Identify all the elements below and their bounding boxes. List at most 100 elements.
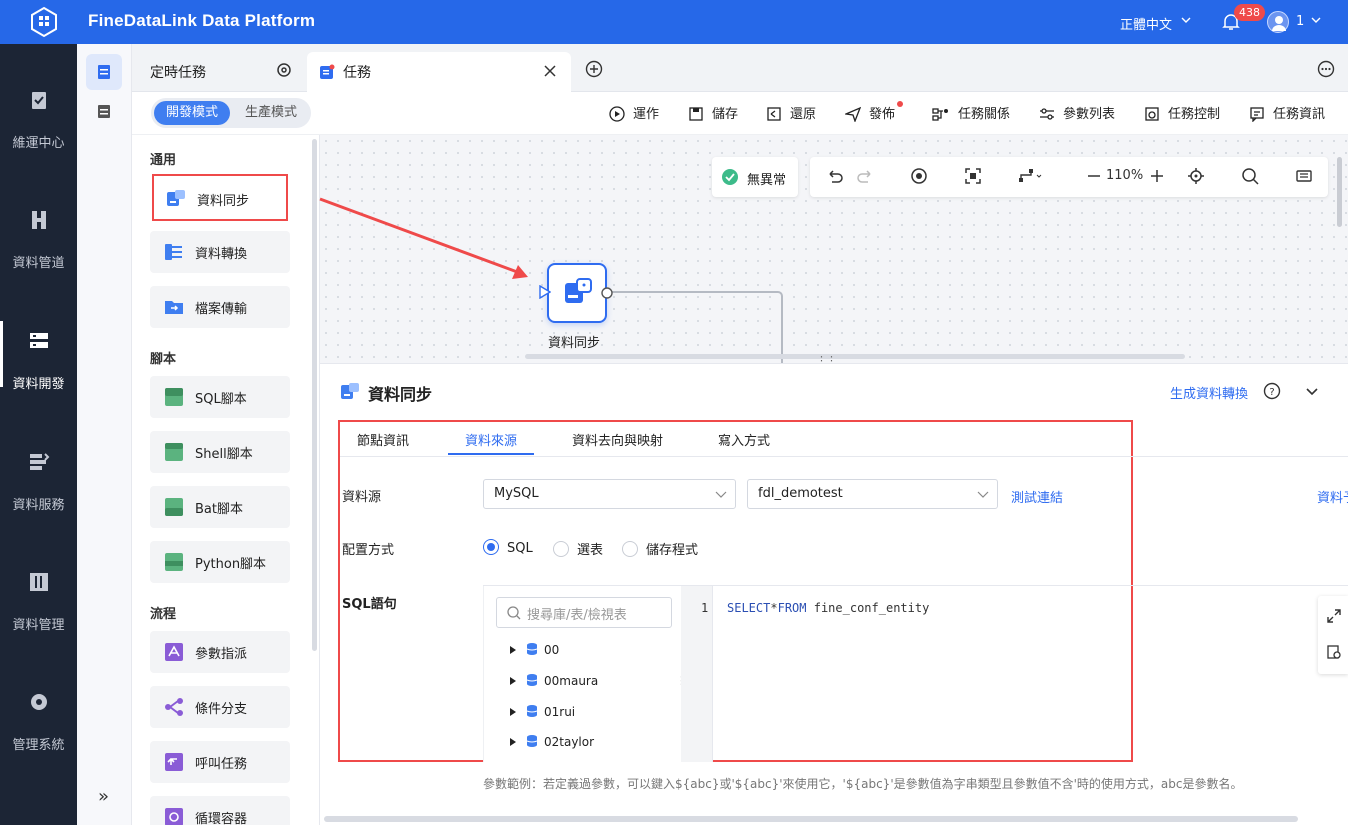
subtab-data-source[interactable]: 資料來源: [465, 430, 517, 449]
tab-label: 定時任務: [150, 65, 206, 81]
expand-triangle-icon[interactable]: [510, 646, 516, 654]
svg-text:?: ?: [1269, 387, 1274, 398]
node-config-panel: 資料同步 生成資料轉換 ? 節點資訊 資料來源 資料去向與映射 寫入方式 資料源…: [320, 363, 1348, 825]
nav-item-pipeline[interactable]: 資料管道: [0, 208, 77, 308]
comp-condition-branch[interactable]: 條件分支: [150, 686, 290, 728]
task-control-button[interactable]: 任務控制: [1144, 103, 1220, 123]
data-sync-icon: [341, 383, 359, 399]
call-task-icon: [165, 753, 183, 771]
comp-sql-script[interactable]: SQL腳本: [150, 376, 290, 418]
publish-button[interactable]: 發佈: [843, 101, 903, 123]
section-general-title: 通用: [150, 153, 177, 168]
prod-mode-button[interactable]: 生產模式: [235, 101, 307, 125]
comp-call-task[interactable]: 呼叫任務: [150, 741, 290, 783]
nav-item-data-dev[interactable]: 資料開發: [0, 321, 77, 429]
param-assign-icon: [165, 643, 183, 661]
comp-data-sync[interactable]: 資料同步: [152, 174, 288, 221]
node-input-port-icon[interactable]: [539, 285, 551, 299]
info-doc-icon: [1250, 107, 1264, 123]
params-button[interactable]: 參數列表: [1039, 103, 1115, 123]
sql-code[interactable]: SELECT*FROM fine_conf_entity: [727, 601, 929, 615]
tree-item-label: 00maura: [544, 674, 599, 688]
comp-param-assign[interactable]: 參數指派: [150, 631, 290, 673]
save-button[interactable]: 儲存: [688, 103, 738, 123]
radio-label: SQL: [507, 541, 533, 556]
tree-item-label: 02taylor: [544, 735, 595, 749]
comp-data-transform[interactable]: 資料轉換: [150, 231, 290, 273]
tab-scheduled[interactable]: 定時任務: [132, 52, 302, 92]
user-name[interactable]: 1: [1296, 14, 1304, 29]
help-icon[interactable]: ?: [1263, 382, 1281, 400]
language-selector[interactable]: 正體中文: [1120, 14, 1172, 33]
comp-label: Bat腳本: [195, 502, 243, 517]
play-icon: [609, 106, 625, 122]
avatar[interactable]: [1267, 11, 1289, 33]
generate-transform-link[interactable]: 生成資料轉換: [1170, 383, 1248, 402]
data-preview-link[interactable]: 資料予: [1317, 487, 1348, 506]
expand-editor-icon[interactable]: [1326, 608, 1342, 624]
tree-item[interactable]: 02taylor: [510, 734, 594, 749]
save-label: 儲存: [712, 107, 739, 122]
tree-item-label: 01rui: [544, 705, 576, 719]
expand-triangle-icon[interactable]: [510, 677, 516, 685]
subtab-node-info[interactable]: 節點資訊: [357, 430, 409, 449]
radio-select-table[interactable]: 選表: [553, 539, 603, 558]
comp-shell-script[interactable]: Shell腳本: [150, 431, 290, 473]
sub-rail: [77, 44, 132, 825]
radio-stored-procedure[interactable]: 儲存程式: [622, 539, 698, 558]
sql-statement-label: SQL語句: [342, 597, 397, 612]
comp-bat-script[interactable]: Bat腳本: [150, 486, 290, 528]
more-icon[interactable]: [1317, 60, 1335, 78]
task-info-button[interactable]: 任務資訊: [1249, 103, 1325, 123]
tab-bar: 定時任務 任務: [132, 44, 1348, 92]
datasource-connection-select[interactable]: fdl_demotest: [747, 479, 998, 509]
node-output-port-icon[interactable]: [601, 287, 613, 299]
test-connection-link[interactable]: 測試連結: [1011, 487, 1063, 506]
radio-sql[interactable]: SQL: [483, 539, 533, 556]
sql-editor-area: 搜尋庫/表/檢視表 00 00maura 01rui 02taylor ⋮⋮ 1…: [483, 585, 1348, 762]
expand-triangle-icon[interactable]: [510, 708, 516, 716]
tree-item[interactable]: 01rui: [510, 704, 575, 719]
radio-dot: [553, 541, 569, 557]
restore-button[interactable]: 還原: [766, 103, 816, 123]
close-icon[interactable]: [543, 64, 557, 78]
pipeline-icon: [32, 211, 46, 229]
subtab-target-mapping[interactable]: 資料去向與映射: [572, 430, 663, 449]
tree-item[interactable]: 00: [510, 642, 559, 657]
add-tab-icon[interactable]: [585, 60, 603, 78]
subtab-write-mode[interactable]: 寫入方式: [718, 430, 770, 449]
nav-item-ops-center[interactable]: 維運中心: [0, 88, 77, 188]
nav-item-data-manage[interactable]: 資料管理: [0, 570, 77, 670]
editor-tools: [1318, 596, 1348, 674]
tree-search-input[interactable]: 搜尋庫/表/檢視表: [496, 597, 672, 628]
nav-label: 資料服務: [12, 498, 65, 513]
expand-triangle-icon[interactable]: [510, 738, 516, 746]
format-icon[interactable]: [1326, 644, 1342, 660]
tab-task[interactable]: 任務: [307, 52, 571, 92]
resource-button[interactable]: [86, 94, 122, 130]
panel-h-scrollbar[interactable]: [324, 816, 1298, 822]
run-button[interactable]: 運作: [609, 103, 659, 123]
relations-button[interactable]: 任務關係: [932, 103, 1010, 123]
dev-mode-button[interactable]: 開發模式: [154, 101, 230, 125]
datasource-type-select[interactable]: MySQL: [483, 479, 736, 509]
tree-item[interactable]: 00maura: [510, 673, 598, 688]
chevron-down-icon[interactable]: [1180, 14, 1192, 26]
section-script-title: 腳本: [150, 352, 177, 367]
chevron-down-icon[interactable]: [1310, 14, 1322, 26]
canvas-v-scrollbar[interactable]: [1337, 157, 1342, 227]
settings-icon[interactable]: [275, 61, 293, 79]
canvas-h-scrollbar[interactable]: [525, 354, 1185, 359]
expand-sidebar-icon[interactable]: »: [98, 786, 109, 807]
comp-python-script[interactable]: Python腳本: [150, 541, 290, 583]
task-list-button[interactable]: [86, 54, 122, 90]
nav-item-data-service[interactable]: 資料服務: [0, 450, 77, 550]
collapse-icon[interactable]: [1305, 384, 1319, 398]
params-label: 參數列表: [1063, 107, 1116, 122]
comp-file-transfer[interactable]: 檔案傳輸: [150, 286, 290, 328]
radio-label: 選表: [577, 543, 604, 558]
data-sync-node[interactable]: [547, 263, 607, 323]
nav-item-system[interactable]: 管理系統: [0, 690, 77, 790]
comp-loop-container[interactable]: 循環容器: [150, 796, 290, 825]
comp-label: 檔案傳輸: [195, 302, 248, 317]
